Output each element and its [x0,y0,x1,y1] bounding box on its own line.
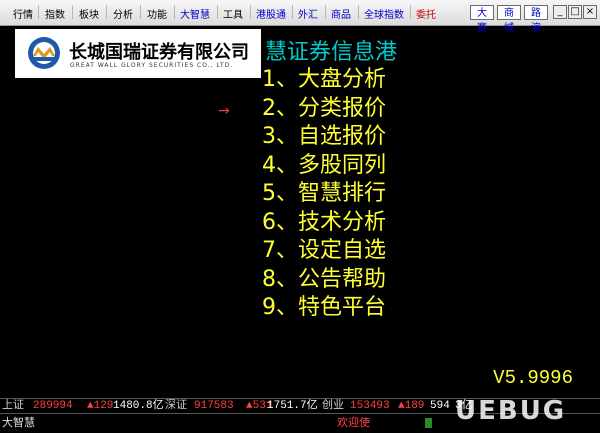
main-menu: 1、大盘分析 2、分类报价 3、自选报价 4、多股同列 5、智慧排行 6、技术分… [262,66,386,323]
cy-value: 153493 [350,400,390,412]
broker-name-en: GREAT WALL GLORY SECURITIES CO., LTD. [70,62,234,69]
watermark: UEBUG [455,396,567,426]
menu-separator [292,5,293,19]
option-market-analysis[interactable]: 1、大盘分析 [262,66,386,95]
menu-separator [72,5,73,19]
version-label: V5.9996 [493,367,573,389]
tab-mall[interactable]: 商城 [497,5,521,34]
option-watchlist-quotes[interactable]: 3、自选报价 [262,123,386,152]
sh-change: ▲129 [87,400,114,412]
menu-separator [325,5,326,19]
menu-trade[interactable]: 委托 [416,6,436,21]
menu-forex[interactable]: 外汇 [298,6,318,21]
sh-value: 289994 [33,400,73,412]
page-title: 慧证券信息港 [265,40,398,65]
close-button[interactable]: × [583,5,597,19]
broker-logo: 长城国瑞证券有限公司 GREAT WALL GLORY SECURITIES C… [15,29,261,78]
menu-bar: 行情 指数 板块 分析 功能 大智慧 工具 港股通 外汇 商品 全球指数 委托 … [0,0,600,34]
broker-name-cn: 长城国瑞证券有限公司 [69,42,249,63]
option-ranking[interactable]: 5、智慧排行 [262,180,386,209]
cy-label: 创业 [322,400,344,412]
minimize-button[interactable]: _ [553,5,567,19]
menu-separator [410,5,411,19]
menu-sector[interactable]: 板块 [79,6,99,21]
option-category-quotes[interactable]: 2、分类报价 [262,95,386,124]
menu-separator [106,5,107,19]
option-special-platform[interactable]: 9、特色平台 [262,294,386,323]
app-name[interactable]: 大智慧 [2,414,35,432]
menu-separator [250,5,251,19]
option-set-watchlist[interactable]: 7、设定自选 [262,237,386,266]
menu-separator [358,5,359,19]
sz-label: 深证 [165,400,187,412]
menu-tools[interactable]: 工具 [223,6,243,21]
sh-label: 上证 [2,400,24,412]
sh-amount: 1480.8亿 [113,400,164,412]
menu-hk-connect[interactable]: 港股通 [256,6,286,21]
welcome-text: 欢迎使 [337,416,370,429]
tab-contest[interactable]: 大赛 [470,5,494,34]
menu-separator [174,5,175,19]
tab-roadshow[interactable]: 路演 [524,5,548,34]
sz-amount: 1751.7亿 [267,400,318,412]
menu-separator [38,5,39,19]
option-technical-analysis[interactable]: 6、技术分析 [262,209,386,238]
maximize-button[interactable]: □ [568,5,582,19]
menu-quotes[interactable]: 行情 [13,6,33,21]
sz-value: 917583 [194,400,234,412]
cy-amount: 594 [430,400,450,412]
menu-separator [140,5,141,19]
option-announcements-help[interactable]: 8、公告帮助 [262,266,386,295]
menu-global-index[interactable]: 全球指数 [364,6,404,21]
selection-arrow-icon: → [218,103,230,119]
menu-dzh[interactable]: 大智慧 [180,6,210,21]
cy-change: ▲189 [398,400,425,412]
broker-logo-icon [28,37,60,69]
menu-commodity[interactable]: 商品 [331,6,351,21]
menu-function[interactable]: 功能 [147,6,167,21]
option-multi-stock[interactable]: 4、多股同列 [262,152,386,181]
menu-analysis[interactable]: 分析 [113,6,133,21]
menu-separator [217,5,218,19]
menu-index[interactable]: 指数 [45,6,65,21]
